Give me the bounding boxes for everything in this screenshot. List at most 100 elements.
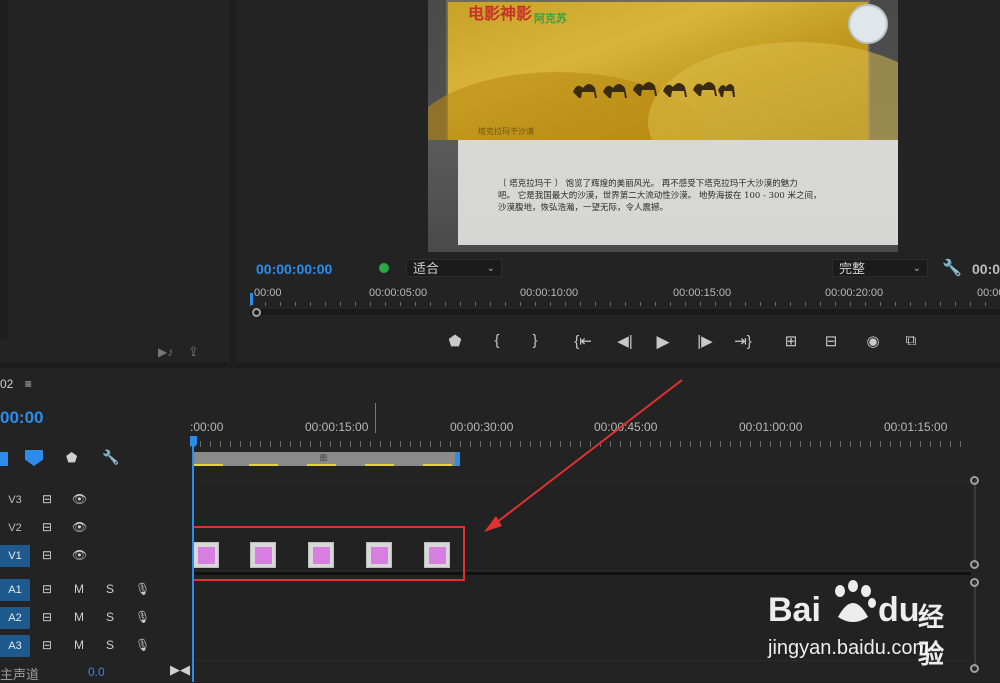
track-header-a2: A2 ⊟ M S 🎙	[0, 604, 190, 632]
sequence-name: 02	[0, 377, 14, 391]
marker-icon[interactable]: ⬟	[444, 332, 466, 350]
render-bar	[249, 464, 278, 466]
project-panel: ▶♪ ⇪	[0, 0, 230, 362]
ruler-label: 00:00:20:00	[825, 287, 884, 299]
track-name[interactable]: V2	[0, 517, 30, 539]
lift-icon[interactable]: ⊞	[780, 332, 802, 350]
comparison-view-icon[interactable]: ⧉	[900, 332, 922, 349]
playhead-icon[interactable]	[250, 293, 253, 305]
mark-in-icon[interactable]: {	[486, 332, 508, 349]
track-name[interactable]: V3	[0, 489, 30, 511]
transport-controls: ⬟ { } {⇤ ◀| ▶ |▶ ⇥} ⊞ ⊟ ◉ ⧉	[444, 332, 934, 352]
eye-icon[interactable]: 👁	[72, 548, 87, 562]
work-area-bar[interactable]: 图	[194, 452, 457, 466]
microphone-icon[interactable]: 🎙	[135, 638, 150, 652]
work-area-label: 图	[320, 455, 327, 462]
track-header-v3: V3 ⊟ 👁	[0, 486, 190, 514]
caption-line: 〔 塔克拉玛干 〕 饱览了辉煌的美丽风光。 再不感受下塔克拉玛干大沙漠的魅力	[498, 179, 798, 189]
render-bar	[365, 464, 394, 466]
snap-icon[interactable]	[0, 452, 8, 466]
poster-subtitle: 阿克苏	[534, 13, 567, 25]
scroll-handle[interactable]	[970, 578, 979, 587]
caption-line: 沙漠腹地，恢弘浩瀚，一望无际，令人震撼。	[498, 203, 669, 213]
mute-button[interactable]: M	[74, 582, 84, 596]
go-to-end-icon[interactable]: ▶◀	[170, 662, 190, 678]
microphone-icon[interactable]: 🎙	[135, 582, 150, 596]
poster-title: 电影神影	[468, 4, 533, 23]
add-marker-icon[interactable]: ⬟	[66, 450, 77, 466]
track-name[interactable]: A1	[0, 579, 30, 601]
ruler-label: 00:00:05:00	[369, 287, 428, 299]
chevron-down-icon: ⌄	[486, 263, 495, 274]
sequence-tab[interactable]: 02 ≡	[0, 377, 32, 391]
poster-caption: 塔克拉玛干沙漠	[478, 127, 534, 136]
master-volume-value[interactable]: 0.0	[88, 665, 105, 679]
zoom-scrollbar[interactable]	[250, 309, 1000, 315]
toggle-sync-lock-icon[interactable]: ⊟	[42, 610, 52, 624]
paper-caption: 〔 塔克拉玛干 〕 饱览了辉煌的美丽风光。 再不感受下塔克拉玛干大沙漠的魅力 吧…	[498, 178, 878, 214]
go-to-out-icon[interactable]: ⇥}	[732, 332, 754, 350]
toggle-sync-lock-icon[interactable]: ⊟	[42, 548, 52, 562]
track-header-v1: V1 ⊟ 👁	[0, 542, 190, 570]
toggle-sync-lock-icon[interactable]: ⊟	[42, 492, 52, 506]
mute-button[interactable]: M	[74, 638, 84, 652]
extract-icon[interactable]: ⊟	[820, 332, 842, 350]
chevron-down-icon: ⌄	[912, 263, 921, 274]
mute-button[interactable]: M	[74, 610, 84, 624]
overwrite-icon[interactable]: ⇪	[188, 344, 199, 360]
step-back-icon[interactable]: ◀|	[614, 332, 636, 350]
track-name[interactable]: A3	[0, 635, 30, 657]
toggle-sync-lock-icon[interactable]: ⊟	[42, 638, 52, 652]
duration-timecode: 00:00	[972, 261, 1000, 277]
microphone-icon[interactable]: 🎙	[135, 610, 150, 624]
solo-button[interactable]: S	[106, 610, 114, 624]
scroll-handle[interactable]	[970, 560, 979, 569]
go-to-in-icon[interactable]: {⇤	[572, 332, 594, 350]
wrench-icon[interactable]: 🔧	[942, 258, 962, 278]
solo-button[interactable]: S	[106, 638, 114, 652]
track-header-a1: A1 ⊟ M S 🎙	[0, 576, 190, 604]
zoom-indicator	[375, 403, 376, 433]
scroll-handle[interactable]	[970, 664, 979, 673]
menu-icon[interactable]: ≡	[25, 377, 32, 391]
audio-scrollbar[interactable]	[974, 582, 976, 668]
quality-dropdown[interactable]: 完整 ⌄	[832, 259, 928, 277]
ruler-label: 00:00	[254, 287, 282, 299]
ruler-label: 00:00:15:00	[673, 287, 732, 299]
solo-button[interactable]: S	[106, 582, 114, 596]
ruler-label: 00:00:10:00	[520, 287, 579, 299]
toggle-sync-lock-icon[interactable]: ⊟	[42, 520, 52, 534]
track-name[interactable]: A2	[0, 607, 30, 629]
export-frame-icon[interactable]: ◉	[862, 332, 884, 350]
quality-dropdown-label: 完整	[839, 261, 866, 276]
watermark-url: jingyan.baidu.com	[768, 637, 930, 659]
paw-icon	[828, 579, 878, 629]
annotation-arrow	[484, 379, 683, 532]
eye-icon[interactable]: 👁	[72, 492, 87, 506]
mark-out-icon[interactable]: }	[524, 332, 546, 349]
fit-dropdown[interactable]: 适合 ⌄	[406, 259, 502, 277]
scroll-handle[interactable]	[970, 476, 979, 485]
ruler-label: 00:01:00:00	[739, 420, 803, 434]
timeline-timecode[interactable]: 00:00	[0, 408, 43, 428]
program-ruler[interactable]: 00:00 00:00:05:00 00:00:10:00 00:00:15:0…	[250, 285, 1000, 319]
watermark-brand-suffix: du	[878, 591, 920, 629]
caption-line: 吧。 它是我国最大的沙漠，世界第二大流动性沙漠。 地势海拔在 100 - 300…	[498, 191, 822, 201]
step-forward-icon[interactable]: |▶	[694, 332, 716, 350]
program-timecode[interactable]: 00:00:00:00	[256, 261, 332, 277]
render-bar	[307, 464, 336, 466]
baidu-watermark: Bai du 经验 jingyan.baidu.com	[768, 580, 968, 669]
scroll-handle[interactable]	[252, 308, 261, 317]
work-area-end-handle[interactable]	[455, 452, 460, 466]
status-dot-icon	[379, 263, 389, 273]
poster-stamp	[848, 4, 888, 44]
toggle-sync-lock-icon[interactable]: ⊟	[42, 582, 52, 596]
playhead-line[interactable]	[192, 446, 194, 682]
play-icon[interactable]: ▶	[652, 332, 674, 352]
video-scrollbar[interactable]	[974, 480, 976, 564]
insert-icon[interactable]: ▶♪	[158, 345, 173, 359]
ruler-label: 00:00	[977, 287, 1000, 299]
eye-icon[interactable]: 👁	[72, 520, 87, 534]
wrench-icon[interactable]: 🔧	[102, 449, 119, 466]
track-name[interactable]: V1	[0, 545, 30, 567]
